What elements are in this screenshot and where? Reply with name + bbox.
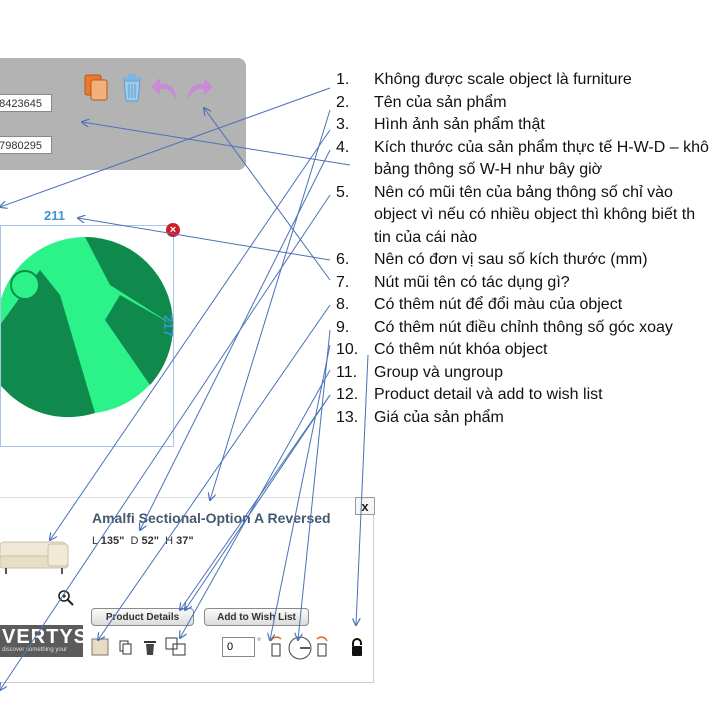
annotation-arrows — [0, 87, 369, 720]
